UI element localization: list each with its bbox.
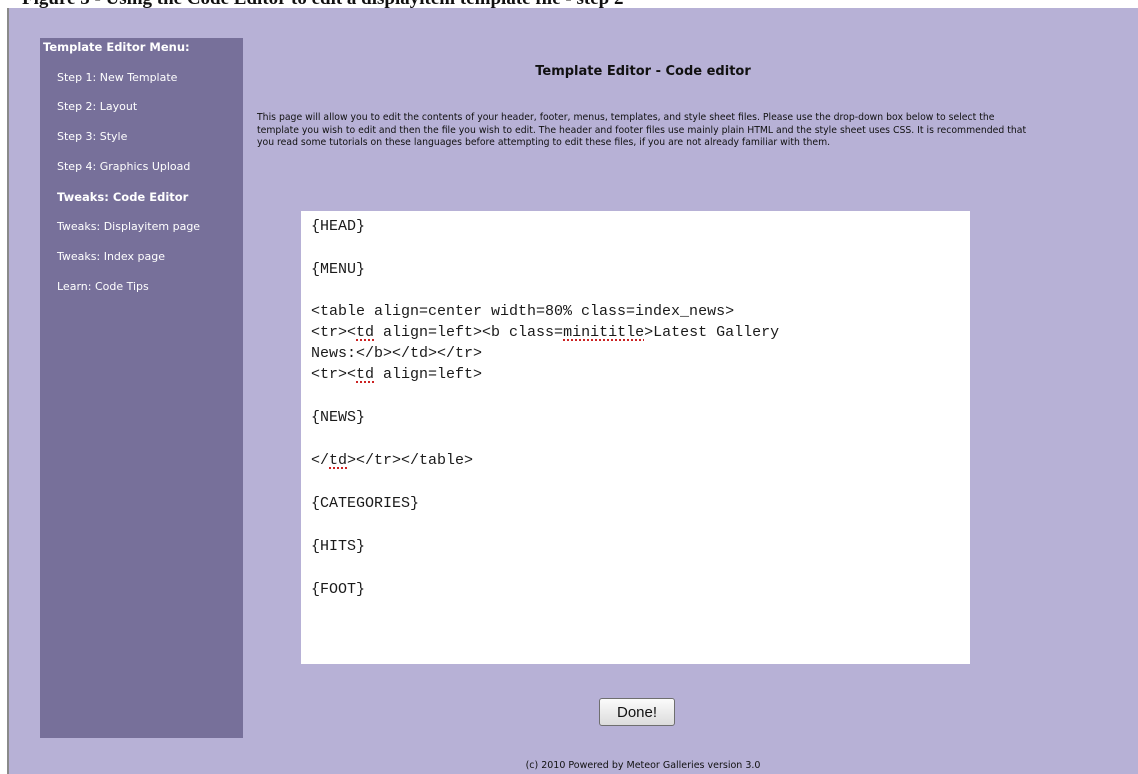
sidebar-item-graphics-upload[interactable]: Step 4: Graphics Upload (57, 160, 190, 173)
code-line: {FOOT} (311, 581, 366, 598)
page-description: This page will allow you to edit the con… (257, 112, 1027, 148)
sidebar-item-displayitem-page[interactable]: Tweaks: Displayitem page (57, 220, 200, 233)
sidebar-item-code-tips[interactable]: Learn: Code Tips (57, 280, 149, 293)
code-line: <tr><td align=left> (311, 366, 483, 383)
code-line: {CATEGORIES} (311, 495, 420, 512)
code-line: <table align=center width=80% class=inde… (311, 303, 735, 320)
code-editor-textarea[interactable]: {HEAD} {MENU} <table align=center width=… (301, 211, 970, 664)
code-line: </td></tr></table> (311, 452, 474, 469)
sidebar-item-layout[interactable]: Step 2: Layout (57, 100, 137, 113)
code-line: {HEAD} (311, 218, 366, 235)
code-line: {HITS} (311, 538, 366, 555)
sidebar-item-style[interactable]: Step 3: Style (57, 130, 127, 143)
footer-copyright: (c) 2010 Powered by Meteor Galleries ver… (525, 760, 761, 771)
sidebar-item-new-template[interactable]: Step 1: New Template (57, 71, 177, 84)
sidebar-item-index-page[interactable]: Tweaks: Index page (57, 250, 165, 263)
code-line: <tr><td align=left><b class=minititle>La… (311, 324, 780, 341)
code-line: {NEWS} (311, 409, 366, 426)
code-line: {MENU} (311, 261, 366, 278)
page-title: Template Editor - Code editor (535, 64, 751, 79)
sidebar-menu-title: Template Editor Menu: (43, 40, 190, 54)
code-line: News:</b></td></tr> (311, 345, 483, 362)
done-button[interactable]: Done! (599, 698, 675, 726)
template-editor-page: Template Editor Menu: Step 1: New Templa… (9, 8, 1138, 774)
sidebar-item-code-editor[interactable]: Tweaks: Code Editor (57, 190, 188, 204)
sidebar-menu: Template Editor Menu: Step 1: New Templa… (40, 38, 243, 738)
